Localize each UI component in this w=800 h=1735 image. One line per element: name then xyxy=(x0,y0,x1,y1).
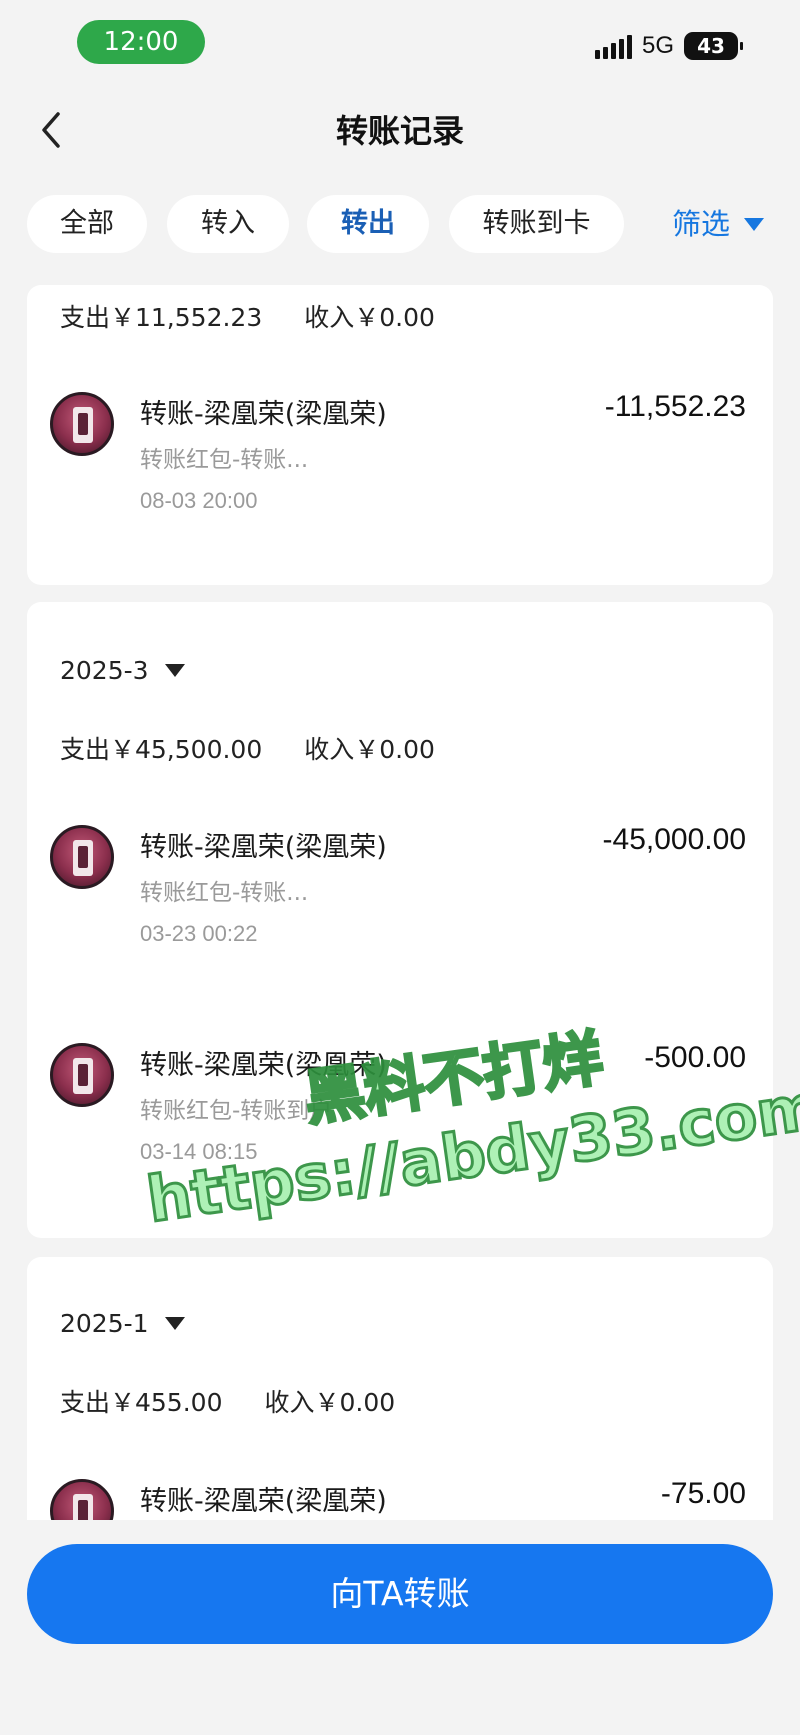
avatar xyxy=(50,825,114,889)
transaction-amount: -11,552.23 xyxy=(604,390,746,423)
triangle-down-icon xyxy=(164,664,185,677)
month-label: 2025-1 xyxy=(60,1309,149,1338)
transaction-amount: -75.00 xyxy=(660,1477,746,1510)
transaction-time: 03-23 00:22 xyxy=(140,921,258,946)
month-selector[interactable]: 2025-3 xyxy=(60,656,185,685)
transaction-title: 转账-梁凰荣(梁凰荣) xyxy=(140,1486,387,1517)
transaction-amount: -45,000.00 xyxy=(602,823,746,856)
page-title: 转账记录 xyxy=(335,112,464,150)
transaction-amount: -500.00 xyxy=(644,1041,746,1074)
month-selector[interactable]: 2025-1 xyxy=(60,1309,185,1338)
tab-transfer-to-card[interactable]: 转账到卡 xyxy=(449,195,624,253)
signal-bars-icon xyxy=(594,33,632,59)
transaction-title: 转账-梁凰荣(梁凰荣) xyxy=(140,832,387,863)
battery-icon: 43 xyxy=(684,32,743,60)
transaction-item[interactable]: 转账-梁凰荣(梁凰荣) 转账红包-转账... 03-23 00:22 -45,0… xyxy=(27,823,773,975)
triangle-down-icon xyxy=(744,217,765,231)
month-group-card: 支出￥11,552.23 收入￥0.00 转账-梁凰荣(梁凰荣) 转账红包-转账.… xyxy=(27,285,773,585)
transaction-time: 08-03 20:00 xyxy=(140,488,258,513)
tab-all[interactable]: 全部 xyxy=(27,195,147,253)
avatar xyxy=(50,392,114,456)
status-time: 12:00 xyxy=(77,20,205,64)
bottom-bar: 向TA转账 xyxy=(0,1520,800,1735)
transaction-title: 转账-梁凰荣(梁凰荣) xyxy=(140,399,387,430)
status-bar: 12:00 5G 43 xyxy=(0,0,800,88)
income-total: 收入￥0.00 xyxy=(264,1388,396,1417)
transaction-subtitle: 转账红包-转账... xyxy=(140,880,309,906)
transaction-item[interactable]: 转账-梁凰荣(梁凰荣) 转账红包-转账... 08-03 20:00 -11,5… xyxy=(27,390,773,542)
transaction-subtitle: 转账红包-转账... xyxy=(140,447,309,473)
income-total: 收入￥0.00 xyxy=(304,735,435,764)
expense-total: 支出￥455.00 xyxy=(60,1388,223,1417)
status-indicators: 5G 43 xyxy=(594,30,743,62)
filter-label: 筛选 xyxy=(672,207,731,241)
filter-button[interactable]: 筛选 xyxy=(672,195,765,253)
month-group-card: 2025-3 支出￥45,500.00 收入￥0.00 转账-梁凰荣(梁凰荣) 转… xyxy=(27,602,773,1238)
transaction-item[interactable]: 转账-梁凰荣(梁凰荣) 转账红包-转账到户 03-14 08:15 -500.0… xyxy=(27,1041,773,1193)
month-summary: 支出￥455.00 收入￥0.00 xyxy=(60,1383,437,1419)
month-summary: 支出￥45,500.00 收入￥0.00 xyxy=(60,730,477,766)
transaction-subtitle: 转账红包-转账到户 xyxy=(140,1098,333,1124)
tab-outgoing[interactable]: 转出 xyxy=(307,195,429,253)
tab-incoming[interactable]: 转入 xyxy=(167,195,289,253)
nav-bar: 转账记录 xyxy=(0,88,800,173)
transaction-title: 转账-梁凰荣(梁凰荣) xyxy=(140,1050,387,1081)
filter-tabs: 全部 转入 转出 转账到卡 筛选 xyxy=(0,195,800,257)
month-summary: 支出￥11,552.23 收入￥0.00 xyxy=(60,298,477,334)
expense-total: 支出￥45,500.00 xyxy=(60,735,263,764)
income-total: 收入￥0.00 xyxy=(304,303,435,332)
expense-total: 支出￥11,552.23 xyxy=(60,303,263,332)
network-type: 5G xyxy=(641,32,674,59)
triangle-down-icon xyxy=(164,1317,185,1330)
transfer-to-them-button[interactable]: 向TA转账 xyxy=(27,1544,773,1644)
month-label: 2025-3 xyxy=(60,656,149,685)
transaction-time: 03-14 08:15 xyxy=(140,1139,258,1164)
avatar xyxy=(50,1043,114,1107)
